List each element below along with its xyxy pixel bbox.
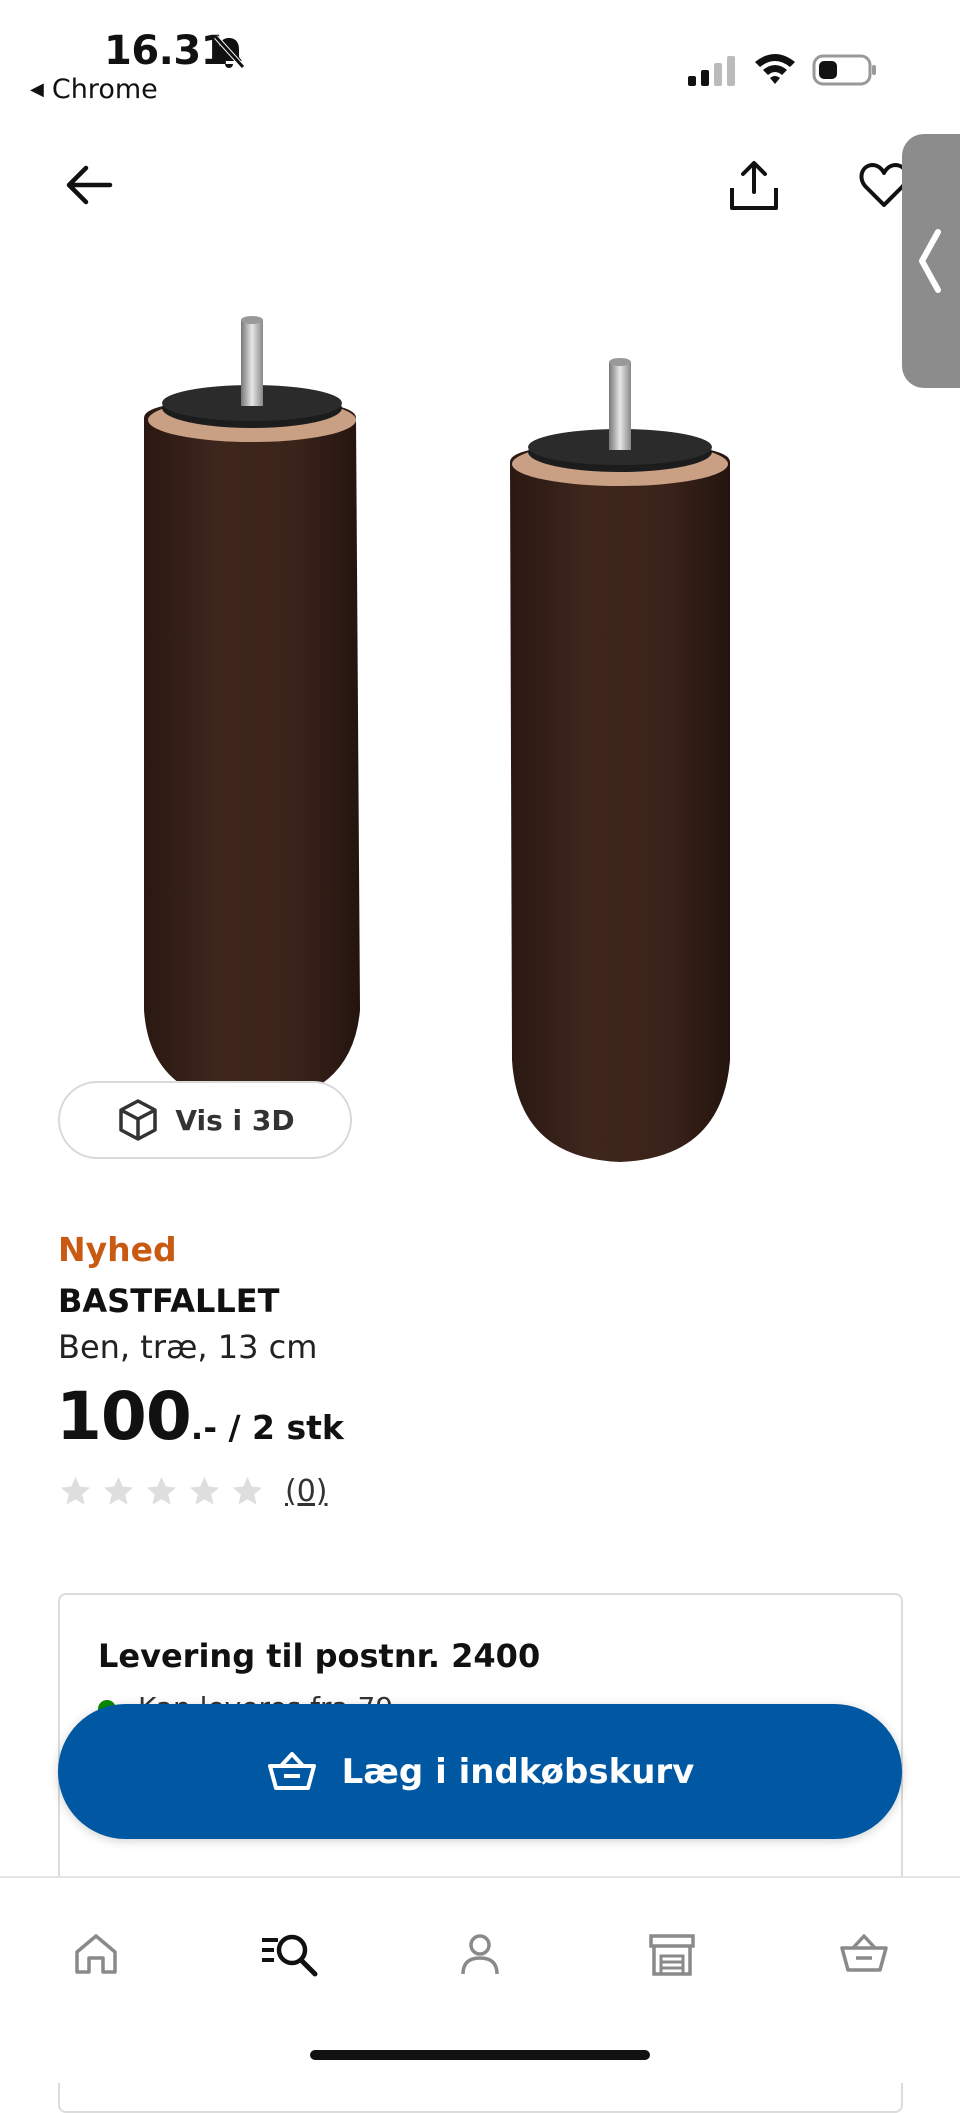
price-main: 100 — [56, 1378, 192, 1455]
cellular-signal-icon — [688, 56, 735, 86]
bottom-tab-bar — [0, 1876, 960, 2083]
price-suffix: .- / 2 stk — [190, 1408, 344, 1447]
add-to-cart-button[interactable]: Læg i indkøbskurv — [58, 1704, 902, 1839]
star-icon — [103, 1476, 134, 1505]
tab-search[interactable] — [250, 1914, 330, 1994]
tab-stores[interactable] — [632, 1914, 712, 1994]
share-icon — [730, 161, 778, 210]
view-in-3d-label: Vis i 3D — [175, 1103, 295, 1137]
wifi-icon — [755, 54, 795, 84]
search-icon — [262, 1934, 318, 1977]
rating[interactable]: (0) — [58, 1474, 328, 1509]
price: 100.- / 2 stk — [56, 1378, 344, 1455]
tab-profile[interactable] — [440, 1914, 520, 1994]
product-name: BASTFALLET — [58, 1282, 280, 1320]
back-triangle-icon: ◀ — [30, 79, 44, 100]
tab-home[interactable] — [56, 1914, 136, 1994]
share-button[interactable] — [726, 158, 782, 214]
back-to-app-link[interactable]: ◀ Chrome — [30, 74, 158, 105]
battery-icon — [812, 54, 876, 86]
side-panel-handle[interactable] — [902, 134, 960, 388]
profile-icon — [461, 1934, 499, 1975]
status-bar: 16.31 ◀ Chrome — [0, 0, 960, 120]
product-description: Ben, træ, 13 cm — [58, 1328, 318, 1366]
clock: 16.31 — [104, 28, 229, 74]
back-button[interactable] — [62, 158, 116, 212]
add-to-cart-label: Læg i indkøbskurv — [341, 1751, 695, 1792]
home-icon — [75, 1934, 117, 1974]
product-image — [144, 316, 730, 1162]
star-icon — [60, 1476, 91, 1505]
bell-muted-icon — [214, 35, 245, 69]
basket-icon — [267, 1751, 316, 1790]
chevron-left-icon — [919, 229, 941, 293]
basket-icon — [840, 1934, 888, 1972]
arrow-left-icon — [66, 165, 113, 205]
review-count-link[interactable]: (0) — [285, 1474, 328, 1509]
back-app-label: Chrome — [51, 74, 158, 105]
store-icon — [649, 1934, 695, 1976]
star-icon — [146, 1476, 177, 1505]
star-icon — [232, 1476, 263, 1505]
rating-stars — [58, 1474, 265, 1509]
home-indicator — [310, 2050, 650, 2060]
star-icon — [189, 1476, 220, 1505]
view-in-3d-button[interactable]: Vis i 3D — [58, 1081, 352, 1159]
cube-icon — [119, 1099, 158, 1141]
tab-basket[interactable] — [824, 1914, 904, 1994]
delivery-title: Levering til postnr. 2400 — [98, 1637, 541, 1675]
new-badge: Nyhed — [58, 1230, 177, 1269]
